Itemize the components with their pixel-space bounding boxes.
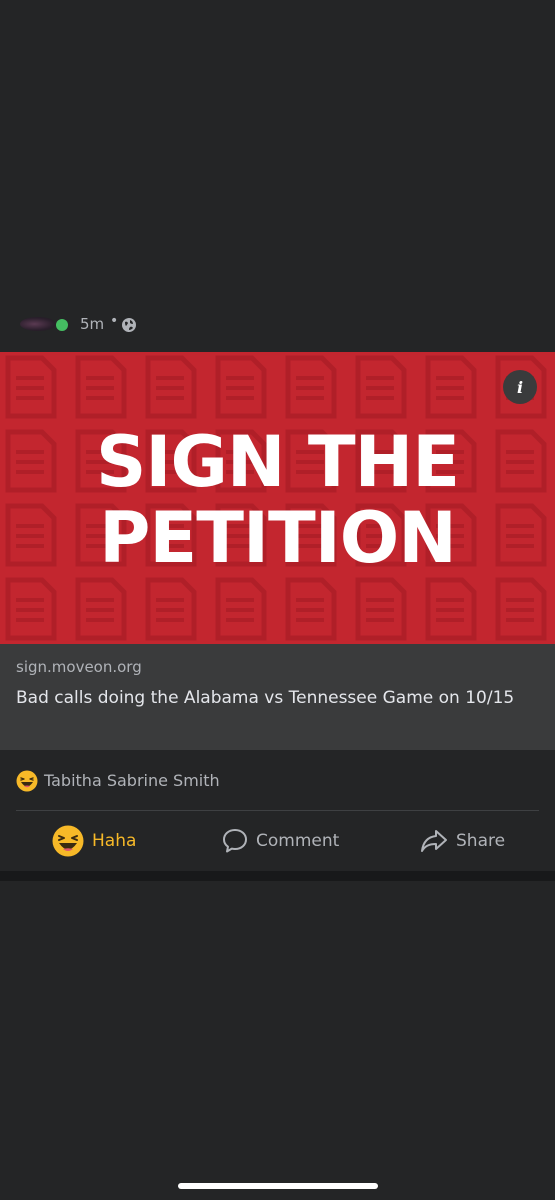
post-separator bbox=[0, 871, 555, 881]
banner-title-line1: SIGN THE bbox=[95, 421, 460, 503]
link-preview[interactable]: sign.moveon.org Bad calls doing the Alab… bbox=[0, 644, 555, 750]
haha-label: Haha bbox=[92, 831, 137, 851]
home-indicator[interactable] bbox=[178, 1183, 378, 1189]
post-timestamp[interactable]: 5m bbox=[80, 315, 104, 333]
info-button[interactable]: i bbox=[503, 370, 537, 404]
reaction-names[interactable]: Tabitha Sabrine Smith bbox=[44, 771, 220, 790]
share-icon bbox=[421, 830, 447, 852]
link-domain: sign.moveon.org bbox=[16, 658, 142, 676]
comment-button[interactable]: Comment bbox=[222, 811, 339, 871]
haha-emoji-icon bbox=[16, 770, 38, 792]
haha-reaction-button[interactable]: Haha bbox=[52, 811, 136, 871]
banner-title-line2: PETITION bbox=[99, 497, 457, 579]
online-status-dot bbox=[56, 319, 68, 331]
share-label: Share bbox=[456, 831, 506, 851]
share-button[interactable]: Share bbox=[420, 811, 505, 871]
globe-icon bbox=[122, 318, 136, 332]
reactions-summary[interactable]: Tabitha Sabrine Smith bbox=[0, 750, 555, 810]
link-title: Bad calls doing the Alabama vs Tennessee… bbox=[16, 688, 515, 708]
comment-icon bbox=[223, 829, 247, 853]
link-preview-image[interactable]: SIGN THE PETITION i bbox=[0, 352, 555, 644]
separator-dot: • bbox=[110, 313, 119, 329]
post-header: 5m • bbox=[0, 300, 555, 352]
post-actions-bar: Haha Comment Share bbox=[0, 811, 555, 871]
avatar[interactable] bbox=[20, 317, 56, 331]
banner-title: SIGN THE PETITION bbox=[0, 424, 555, 576]
haha-emoji-icon bbox=[52, 825, 84, 857]
comment-label: Comment bbox=[256, 831, 340, 851]
